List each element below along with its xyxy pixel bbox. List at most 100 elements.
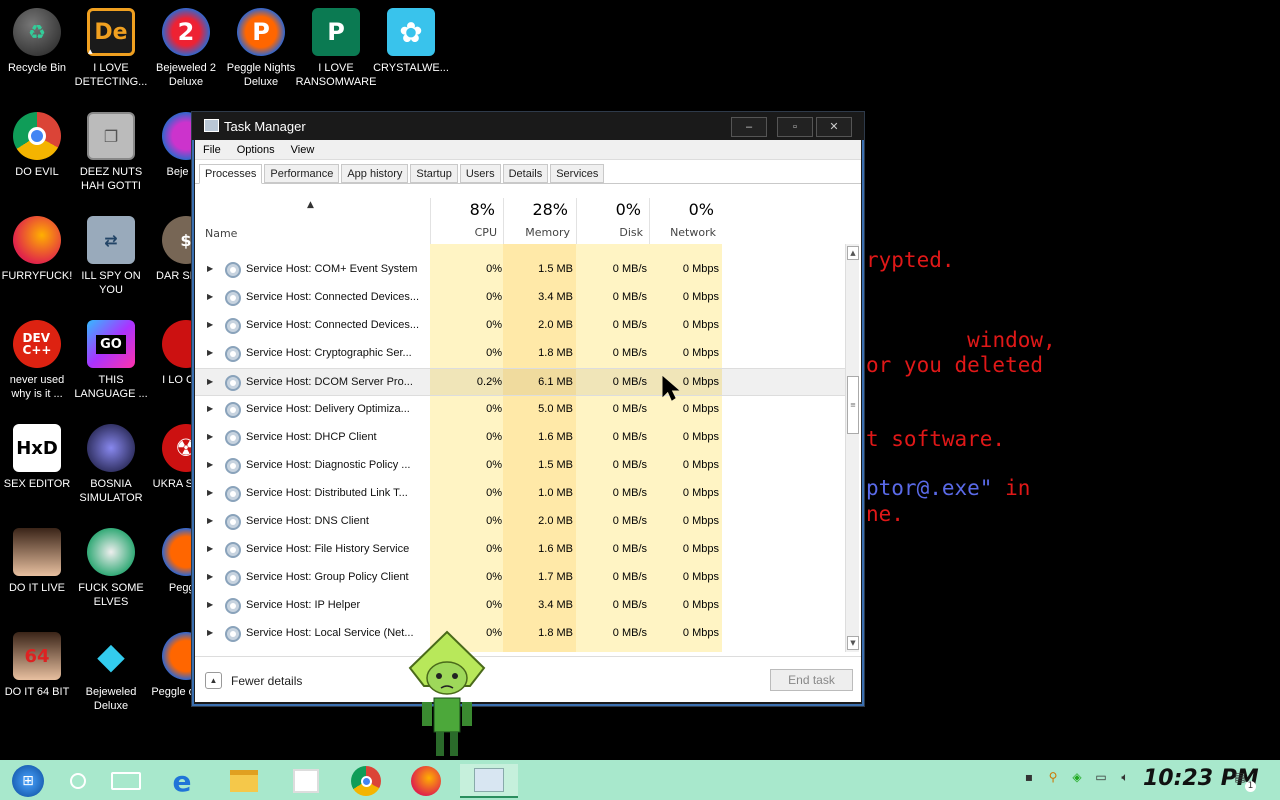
column-header-network[interactable]: 0% Network bbox=[649, 198, 722, 244]
desktop-icon-this-language[interactable]: GO THIS LANGUAGE ... bbox=[74, 320, 148, 401]
desktop-icon-bejeweled-deluxe[interactable]: ◆ Bejeweled Deluxe bbox=[74, 632, 148, 713]
tab-performance[interactable]: Performance bbox=[264, 164, 340, 183]
scroll-up-button[interactable]: ▲ bbox=[847, 246, 859, 260]
table-row[interactable]: ▶ Service Host: DCOM Server Pro... 0.2% 6.1… bbox=[195, 368, 845, 396]
table-row[interactable]: ▶ Service Host: Connected Devices... 0% 3.4… bbox=[195, 284, 845, 312]
desktop-icon-i-love-ransomware[interactable]: P I LOVE RANSOMWARE bbox=[296, 8, 376, 89]
edge-button[interactable]: e bbox=[158, 764, 206, 798]
table-row[interactable]: ▶ Service Host: COM+ Event System 0% 1.5 MB… bbox=[195, 256, 845, 284]
tray-network-icon[interactable]: ◈ bbox=[1069, 770, 1085, 786]
vertical-scrollbar[interactable]: ▲ ≡ ▼ bbox=[845, 244, 859, 652]
icon-label: SEX EDITOR bbox=[3, 478, 71, 490]
expand-arrow-icon[interactable]: ▶ bbox=[207, 377, 213, 386]
icon-label: Recycle Bin bbox=[7, 62, 67, 74]
desktop-icon-furryfuck[interactable]: FURRYFUCK! bbox=[0, 216, 74, 283]
table-row[interactable]: ▶ Service Host: Cryptographic Ser... 0% 1.8… bbox=[195, 340, 845, 368]
minimize-button[interactable]: – bbox=[731, 117, 767, 137]
column-header-name[interactable]: Name bbox=[205, 227, 237, 240]
desktop-icon-bosnia-simulator[interactable]: BOSNIA SIMULATOR bbox=[74, 424, 148, 505]
task-view-button[interactable] bbox=[102, 764, 150, 798]
store-icon bbox=[293, 769, 319, 793]
menu-file[interactable]: File bbox=[195, 144, 229, 156]
scroll-thumb[interactable]: ≡ bbox=[847, 376, 859, 434]
desktop-icon-ill-spy[interactable]: ⇄ ILL SPY ON YOU bbox=[74, 216, 148, 297]
desktop-icon-deez-nuts[interactable]: ❐ DEEZ NUTS HAH GOTTI bbox=[74, 112, 148, 193]
disk-value: 0 MB/s bbox=[612, 347, 647, 359]
fewer-details-button[interactable]: ▲ Fewer details bbox=[205, 672, 302, 689]
table-row[interactable]: ▶ Service Host: File History Service 0% 1.6… bbox=[195, 536, 845, 564]
tray-app-icon[interactable]: ▪ bbox=[1021, 770, 1037, 786]
expand-arrow-icon[interactable]: ▶ bbox=[207, 264, 213, 273]
desktop-icon-crystalwe[interactable]: ✿ CRYSTALWE... bbox=[373, 8, 449, 75]
expand-arrow-icon[interactable]: ▶ bbox=[207, 320, 213, 329]
expand-arrow-icon[interactable]: ▶ bbox=[207, 544, 213, 553]
start-icon: ⊞ bbox=[12, 765, 44, 797]
task-view-icon bbox=[111, 772, 141, 790]
file-explorer-button[interactable] bbox=[220, 764, 268, 798]
disk-value: 0 MB/s bbox=[612, 319, 647, 331]
maximize-button[interactable]: ▫ bbox=[777, 117, 813, 137]
memory-percent: 28% bbox=[532, 200, 568, 219]
tab-services[interactable]: Services bbox=[550, 164, 605, 183]
tab-users[interactable]: Users bbox=[459, 164, 501, 183]
table-row[interactable]: ▶ Service Host: DNS Client 0% 2.0 MB 0 MB/s 0… bbox=[195, 508, 845, 536]
table-row[interactable]: ▶ Service Host: Delivery Optimiza... 0% 5.0… bbox=[195, 396, 845, 424]
scroll-down-button[interactable]: ▼ bbox=[847, 636, 859, 650]
tab-app-history[interactable]: App history bbox=[341, 164, 409, 183]
ransom-line-3: or you deleted bbox=[866, 353, 1044, 377]
title-bar[interactable]: Task Manager – ▫ ✕ bbox=[192, 112, 864, 140]
end-task-button[interactable]: End task bbox=[770, 669, 853, 691]
column-header-disk[interactable]: 0% Disk bbox=[576, 198, 649, 244]
desktop-icon-do-it-live[interactable]: DO IT LIVE bbox=[0, 528, 74, 595]
menu-options[interactable]: Options bbox=[229, 144, 283, 156]
table-row[interactable]: ▶ Service Host: Group Policy Client 0% 1.7 … bbox=[195, 564, 845, 592]
desktop-icon-peggle-nights[interactable]: P Peggle Nights Deluxe bbox=[224, 8, 298, 89]
desktop-icon-fuck-some-elves[interactable]: FUCK SOME ELVES bbox=[74, 528, 148, 609]
chrome-taskbar-button[interactable] bbox=[342, 764, 390, 798]
expand-arrow-icon[interactable]: ▶ bbox=[207, 572, 213, 581]
task-manager-taskbar-button[interactable] bbox=[460, 764, 518, 798]
expand-arrow-icon[interactable]: ▶ bbox=[207, 348, 213, 357]
table-row[interactable]: ▶ Service Host: IP Helper 0% 3.4 MB 0 MB/s 0 … bbox=[195, 592, 845, 620]
store-button[interactable] bbox=[282, 764, 330, 798]
desktop-icon-bejeweled2[interactable]: 2 Bejeweled 2 Deluxe bbox=[149, 8, 223, 89]
process-name: Service Host: DNS Client bbox=[246, 515, 369, 527]
disk-value: 0 MB/s bbox=[612, 291, 647, 303]
desktop-icon-do-evil[interactable]: DO EVIL bbox=[0, 112, 74, 179]
expand-arrow-icon[interactable]: ▶ bbox=[207, 460, 213, 469]
memory-value: 1.7 MB bbox=[538, 571, 573, 583]
expand-arrow-icon[interactable]: ▶ bbox=[207, 404, 213, 413]
desktop-icon-recycle-bin[interactable]: ♻ Recycle Bin bbox=[0, 8, 74, 75]
expand-arrow-icon[interactable]: ▶ bbox=[207, 432, 213, 441]
tab-processes[interactable]: Processes bbox=[199, 164, 263, 184]
expand-arrow-icon[interactable]: ▶ bbox=[207, 292, 213, 301]
expand-arrow-icon[interactable]: ▶ bbox=[207, 516, 213, 525]
tray-search-icon[interactable]: ⚲ bbox=[1045, 770, 1061, 786]
tray-display-icon[interactable]: ▭ bbox=[1093, 770, 1109, 786]
table-row[interactable]: ▶ Service Host: Distributed Link T... 0% 1.… bbox=[195, 480, 845, 508]
cortana-button[interactable] bbox=[54, 764, 102, 798]
expand-arrow-icon[interactable]: ▶ bbox=[207, 628, 213, 637]
table-row[interactable]: ▶ Service Host: Local Service (Net... 0% 1.… bbox=[195, 620, 845, 648]
menu-view[interactable]: View bbox=[283, 144, 323, 156]
desktop-icon-sex-editor[interactable]: HxD SEX EDITOR bbox=[0, 424, 74, 491]
table-row[interactable]: ▶ Service Host: Connected Devices... 0% 2.0… bbox=[195, 312, 845, 340]
firefox-taskbar-button[interactable] bbox=[402, 764, 450, 798]
memory-value: 1.6 MB bbox=[538, 543, 573, 555]
volume-icon[interactable]: 🔈︎ bbox=[1117, 770, 1133, 786]
close-button[interactable]: ✕ bbox=[816, 117, 852, 137]
expand-arrow-icon[interactable]: ▶ bbox=[207, 488, 213, 497]
column-header-memory[interactable]: 28% Memory bbox=[503, 198, 576, 244]
table-row[interactable]: ▶ Service Host: Diagnostic Policy ... 0% 1.… bbox=[195, 452, 845, 480]
desktop-icon-do-it-64-bit[interactable]: 64 DO IT 64 BIT bbox=[0, 632, 74, 699]
table-row[interactable]: ▶ Service Host: DHCP Client 0% 1.6 MB 0 MB/s… bbox=[195, 424, 845, 452]
desktop-icon-devcpp[interactable]: DEV C++ never used why is it ... bbox=[0, 320, 74, 401]
column-header-cpu[interactable]: 8% CPU bbox=[430, 198, 503, 244]
tab-startup[interactable]: Startup bbox=[410, 164, 458, 183]
memory-value: 3.4 MB bbox=[538, 599, 573, 611]
desktop-icon-i-love-detecting[interactable]: De ▴ I LOVE DETECTING... bbox=[74, 8, 148, 89]
start-button[interactable]: ⊞ bbox=[4, 764, 52, 798]
expand-arrow-icon[interactable]: ▶ bbox=[207, 600, 213, 609]
tab-details[interactable]: Details bbox=[502, 164, 549, 183]
notification-center-icon[interactable]: ▤ 1 bbox=[1230, 770, 1256, 792]
